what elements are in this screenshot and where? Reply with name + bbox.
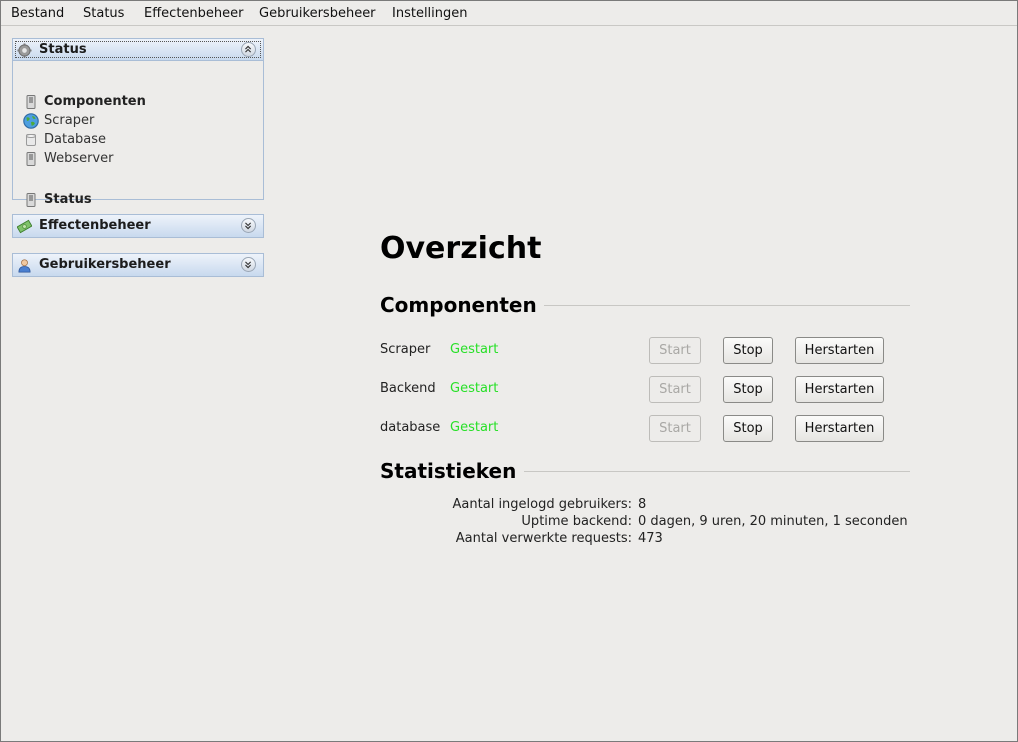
menu-instellingen[interactable]: Instellingen <box>392 6 468 21</box>
sidebar-item-label: Webserver <box>44 151 114 166</box>
sidebar-item-label: Scraper <box>44 113 95 128</box>
menu-bestand[interactable]: Bestand <box>11 6 64 21</box>
menu-status[interactable]: Status <box>83 6 124 21</box>
database-stop-button[interactable]: Stop <box>723 415 773 442</box>
stat-value-uptime: 0 dagen, 9 uren, 20 minuten, 1 seconden <box>638 514 908 529</box>
page-title: Overzicht <box>380 231 542 266</box>
menu-effectenbeheer[interactable]: Effectenbeheer <box>144 6 243 21</box>
stat-label-uptime: Uptime backend: <box>521 514 632 529</box>
backend-start-button[interactable]: Start <box>649 376 701 403</box>
gebruikersbeheer-panel-title: Gebruikersbeheer <box>39 257 171 272</box>
status-panel-header[interactable]: Status <box>13 39 263 61</box>
component-name-backend: Backend <box>380 381 436 396</box>
scraper-stop-button[interactable]: Stop <box>723 337 773 364</box>
scraper-start-button[interactable]: Start <box>649 337 701 364</box>
database-icon <box>26 134 36 146</box>
component-name-database: database <box>380 420 441 435</box>
section-divider <box>524 471 910 472</box>
money-icon <box>17 219 32 234</box>
gebruikersbeheer-panel-header[interactable]: Gebruikersbeheer <box>13 254 263 276</box>
effectenbeheer-panel: Effectenbeheer <box>12 214 264 238</box>
stat-value-requests: 473 <box>638 531 663 546</box>
status-panel-title: Status <box>39 42 87 57</box>
status-panel-body: Componenten Scraper Database Webserver S… <box>13 61 263 207</box>
effectenbeheer-panel-title: Effectenbeheer <box>39 218 151 233</box>
database-restart-button[interactable]: Herstarten <box>795 415 884 442</box>
stat-value-logged-in: 8 <box>638 497 647 512</box>
component-name-scraper: Scraper <box>380 342 431 357</box>
components-heading: Componenten <box>380 293 537 317</box>
server-icon <box>26 193 36 207</box>
effectenbeheer-panel-header[interactable]: Effectenbeheer <box>13 215 263 237</box>
component-status-scraper: Gestart <box>450 342 499 357</box>
collapse-icon[interactable] <box>241 42 256 57</box>
gear-icon <box>17 43 32 58</box>
sidebar-item-label: Database <box>44 132 107 147</box>
status-panel: Status Componenten Scraper Database Webs… <box>12 38 264 207</box>
stat-label-logged-in: Aantal ingelogd gebruikers: <box>452 497 632 512</box>
statistics-heading: Statistieken <box>380 459 517 483</box>
expand-icon[interactable] <box>241 257 256 272</box>
scraper-restart-button[interactable]: Herstarten <box>795 337 884 364</box>
section-divider <box>544 305 910 306</box>
database-start-button[interactable]: Start <box>649 415 701 442</box>
menu-gebruikersbeheer[interactable]: Gebruikersbeheer <box>259 6 376 21</box>
sidebar-item-label: Componenten <box>44 94 146 109</box>
expand-icon[interactable] <box>241 218 256 233</box>
menu-bar: Bestand Status Effectenbeheer Gebruikers… <box>1 1 1017 26</box>
component-status-backend: Gestart <box>450 381 499 396</box>
server-icon <box>26 95 36 109</box>
server-icon <box>26 152 36 166</box>
stat-label-requests: Aantal verwerkte requests: <box>455 531 632 546</box>
backend-stop-button[interactable]: Stop <box>723 376 773 403</box>
backend-restart-button[interactable]: Herstarten <box>795 376 884 403</box>
globe-icon <box>23 113 39 129</box>
user-icon <box>18 259 31 273</box>
component-status-database: Gestart <box>450 420 499 435</box>
sidebar-item-label: Status <box>44 192 92 207</box>
gebruikersbeheer-panel: Gebruikersbeheer <box>12 253 264 277</box>
